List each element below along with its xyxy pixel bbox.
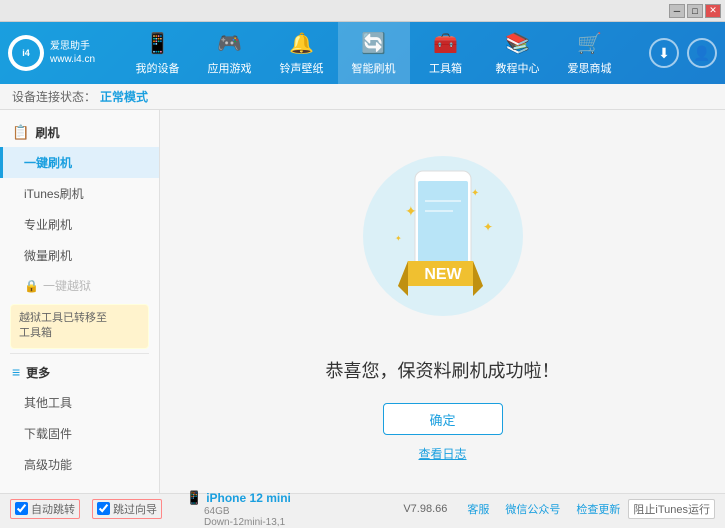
device-model: Down-12mini-13,1 (186, 517, 291, 528)
status-value: 正常模式 (100, 88, 148, 105)
flash-section-label: 刷机 (35, 124, 59, 141)
sidebar-item-advanced[interactable]: 高级功能 (0, 449, 159, 480)
tutorial-icon: 📚 (505, 31, 530, 56)
svg-text:✦: ✦ (471, 188, 479, 199)
itunes-block-button[interactable]: 阻止iTunes运行 (628, 499, 715, 519)
version-label: V7.98.66 (403, 503, 447, 515)
success-text: 恭喜您，保资料刷机成功啦！ (326, 357, 560, 383)
nav-items: 📱 我的设备 🎮 应用游戏 🔔 铃声壁纸 🔄 智能刷机 🧰 工具箱 📚 教程中心… (98, 22, 649, 84)
sidebar-section-flash: 📋 刷机 (0, 118, 159, 147)
confirm-button[interactable]: 确定 (383, 403, 503, 435)
device-icon: 📱 (145, 31, 170, 56)
sidebar-warning-box: 越狱工具已转移至工具箱 (10, 304, 149, 349)
more-section-icon: ≡ (12, 364, 20, 380)
app-games-icon: 🎮 (217, 31, 242, 56)
sidebar-item-pro[interactable]: 专业刷机 (0, 209, 159, 240)
device-name: iPhone 12 mini (206, 491, 291, 505)
content-area: NEW ✦ ✦ ✦ ✦ 恭喜您，保资料刷机成功啦！ 确定 查看日志 (160, 110, 725, 493)
smart-flash-icon: 🔄 (361, 31, 386, 56)
svg-text:✦: ✦ (405, 203, 417, 219)
skip-wizard-checkbox[interactable]: 跳过向导 (92, 499, 162, 519)
main-content: 📋 刷机 一键刷机 iTunes刷机 专业刷机 微量刷机 🔒 一键越狱 越狱工具… (0, 110, 725, 493)
logo-text: 爱思助手 www.i4.cn (50, 40, 95, 66)
logo-circle: i4 (8, 35, 44, 71)
nav-wallpaper[interactable]: 🔔 铃声壁纸 (266, 22, 338, 84)
toolbox-icon: 🧰 (433, 31, 458, 56)
success-illustration: NEW ✦ ✦ ✦ ✦ (353, 141, 533, 341)
bottom-left: 自动跳转 跳过向导 📱 iPhone 12 mini 64GB Down-12m… (10, 490, 403, 528)
user-button[interactable]: 👤 (687, 38, 717, 68)
nav-tutorial[interactable]: 📚 教程中心 (482, 22, 554, 84)
app-header: i4 爱思助手 www.i4.cn 📱 我的设备 🎮 应用游戏 🔔 铃声壁纸 🔄… (0, 22, 725, 84)
sidebar-item-download-fw[interactable]: 下载固件 (0, 418, 159, 449)
download-button[interactable]: ⬇ (649, 38, 679, 68)
lock-icon: 🔒 (24, 279, 39, 293)
svg-text:✦: ✦ (483, 220, 493, 234)
logo-inner: i4 (12, 39, 40, 67)
skip-wizard-input[interactable] (97, 502, 110, 515)
header-right: ⬇ 👤 (649, 38, 717, 68)
sidebar: 📋 刷机 一键刷机 iTunes刷机 专业刷机 微量刷机 🔒 一键越狱 越狱工具… (0, 110, 160, 493)
sidebar-item-one-click[interactable]: 一键刷机 (0, 147, 159, 178)
nav-tutorial-label: 教程中心 (496, 60, 540, 76)
update-link[interactable]: 检查更新 (576, 501, 620, 517)
nav-store-label: 爱思商城 (568, 60, 612, 76)
status-label: 设备连接状态： (12, 88, 96, 105)
app-logo: i4 爱思助手 www.i4.cn (8, 35, 98, 71)
more-section-label: 更多 (26, 364, 50, 381)
sidebar-disabled-jailbreak: 🔒 一键越狱 (0, 271, 159, 300)
bottom-bar: 自动跳转 跳过向导 📱 iPhone 12 mini 64GB Down-12m… (0, 493, 725, 523)
svg-text:✦: ✦ (395, 234, 402, 243)
auto-redirect-label: 自动跳转 (31, 501, 75, 517)
nav-toolbox[interactable]: 🧰 工具箱 (410, 22, 482, 84)
sidebar-item-micro[interactable]: 微量刷机 (0, 240, 159, 271)
close-button[interactable]: ✕ (705, 4, 721, 18)
nav-toolbox-label: 工具箱 (429, 60, 462, 76)
auto-redirect-checkbox[interactable]: 自动跳转 (10, 499, 80, 519)
view-log-link[interactable]: 查看日志 (418, 445, 466, 462)
title-bar: ─ □ ✕ (0, 0, 725, 22)
minimize-button[interactable]: ─ (669, 4, 685, 18)
skip-wizard-label: 跳过向导 (113, 501, 157, 517)
store-icon: 🛒 (577, 31, 602, 56)
wechat-link[interactable]: 微信公众号 (505, 501, 560, 517)
device-info: 📱 iPhone 12 mini 64GB Down-12mini-13,1 (186, 490, 291, 528)
nav-my-device-label: 我的设备 (136, 60, 180, 76)
flash-section-icon: 📋 (12, 124, 29, 141)
sidebar-section-more: ≡ 更多 (0, 358, 159, 387)
phone-icon-small: 📱 (186, 490, 202, 506)
sidebar-item-other-tools[interactable]: 其他工具 (0, 387, 159, 418)
service-link[interactable]: 客服 (467, 501, 489, 517)
maximize-button[interactable]: □ (687, 4, 703, 18)
svg-text:NEW: NEW (424, 266, 462, 283)
nav-wallpaper-label: 铃声壁纸 (280, 60, 324, 76)
sidebar-item-itunes[interactable]: iTunes刷机 (0, 178, 159, 209)
phone-svg: NEW ✦ ✦ ✦ ✦ (353, 141, 533, 341)
nav-smart-flash-label: 智能刷机 (352, 60, 396, 76)
status-bar: 设备连接状态： 正常模式 (0, 84, 725, 110)
nav-app-games-label: 应用游戏 (208, 60, 252, 76)
bottom-right: V7.98.66 客服 微信公众号 检查更新 (403, 501, 620, 517)
itunes-block-label: 阻止iTunes运行 (633, 504, 710, 516)
auto-redirect-input[interactable] (15, 502, 28, 515)
sidebar-divider (10, 353, 149, 354)
nav-app-games[interactable]: 🎮 应用游戏 (194, 22, 266, 84)
wallpaper-icon: 🔔 (289, 31, 314, 56)
nav-store[interactable]: 🛒 爱思商城 (554, 22, 626, 84)
nav-smart-flash[interactable]: 🔄 智能刷机 (338, 22, 410, 84)
device-storage: 64GB (186, 506, 291, 517)
nav-my-device[interactable]: 📱 我的设备 (122, 22, 194, 84)
